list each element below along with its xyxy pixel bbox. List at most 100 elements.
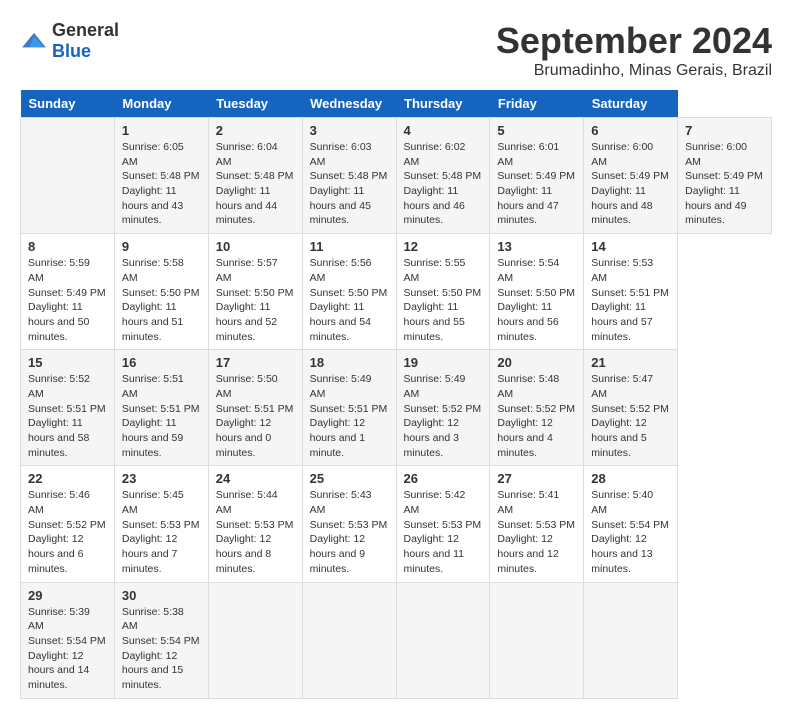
calendar-cell: 7 Sunrise: 6:00 AMSunset: 5:49 PMDaylight… [678, 118, 772, 234]
logo-text-general: General [52, 20, 119, 40]
calendar-cell [21, 118, 115, 234]
calendar-cell: 19 Sunrise: 5:49 AMSunset: 5:52 PMDayligh… [396, 350, 490, 466]
day-number: 3 [310, 123, 389, 138]
day-info: Sunrise: 5:43 AMSunset: 5:53 PMDaylight:… [310, 488, 389, 576]
calendar-cell: 8 Sunrise: 5:59 AMSunset: 5:49 PMDaylight… [21, 234, 115, 350]
calendar-cell [584, 582, 678, 698]
calendar-cell: 23Sunrise: 5:45 AMSunset: 5:53 PMDayligh… [114, 466, 208, 582]
calendar-cell: 24Sunrise: 5:44 AMSunset: 5:53 PMDayligh… [208, 466, 302, 582]
day-number: 22 [28, 471, 107, 486]
day-info: Sunrise: 5:52 AMSunset: 5:51 PMDaylight:… [28, 372, 107, 460]
logo-text-blue: Blue [52, 41, 91, 61]
day-number: 21 [591, 355, 670, 370]
day-number: 27 [497, 471, 576, 486]
day-number: 10 [216, 239, 295, 254]
calendar-header-row: SundayMondayTuesdayWednesdayThursdayFrid… [21, 90, 772, 118]
calendar-cell: 2 Sunrise: 6:04 AMSunset: 5:48 PMDaylight… [208, 118, 302, 234]
day-info: Sunrise: 5:49 AMSunset: 5:52 PMDaylight:… [404, 372, 483, 460]
calendar-cell: 10 Sunrise: 5:57 AMSunset: 5:50 PMDayligh… [208, 234, 302, 350]
day-number: 26 [404, 471, 483, 486]
day-info: Sunrise: 5:56 AMSunset: 5:50 PMDaylight:… [310, 256, 389, 344]
day-info: Sunrise: 5:41 AMSunset: 5:53 PMDaylight:… [497, 488, 576, 576]
calendar-cell: 28Sunrise: 5:40 AMSunset: 5:54 PMDayligh… [584, 466, 678, 582]
calendar-cell: 1 Sunrise: 6:05 AMSunset: 5:48 PMDaylight… [114, 118, 208, 234]
calendar-cell: 4Sunrise: 6:02 AMSunset: 5:48 PMDaylight… [396, 118, 490, 234]
day-info: Sunrise: 5:58 AMSunset: 5:50 PMDaylight:… [122, 256, 201, 344]
day-number: 23 [122, 471, 201, 486]
calendar-week-row: 15 Sunrise: 5:52 AMSunset: 5:51 PMDayligh… [21, 350, 772, 466]
calendar-cell: 13 Sunrise: 5:54 AMSunset: 5:50 PMDayligh… [490, 234, 584, 350]
header: General Blue September 2024 Brumadinho, … [20, 20, 772, 80]
calendar-cell: 3 Sunrise: 6:03 AMSunset: 5:48 PMDaylight… [302, 118, 396, 234]
day-number: 8 [28, 239, 107, 254]
day-info: Sunrise: 5:50 AMSunset: 5:51 PMDaylight:… [216, 372, 295, 460]
day-info: Sunrise: 5:59 AMSunset: 5:49 PMDaylight:… [28, 256, 107, 344]
day-number: 17 [216, 355, 295, 370]
header-monday: Monday [114, 90, 208, 118]
day-number: 12 [404, 239, 483, 254]
calendar-cell [302, 582, 396, 698]
calendar-cell: 5 Sunrise: 6:01 AMSunset: 5:49 PMDaylight… [490, 118, 584, 234]
calendar-cell: 22Sunrise: 5:46 AMSunset: 5:52 PMDayligh… [21, 466, 115, 582]
day-info: Sunrise: 6:04 AMSunset: 5:48 PMDaylight:… [216, 140, 295, 228]
day-info: Sunrise: 5:54 AMSunset: 5:50 PMDaylight:… [497, 256, 576, 344]
calendar-cell: 21 Sunrise: 5:47 AMSunset: 5:52 PMDayligh… [584, 350, 678, 466]
day-info: Sunrise: 5:47 AMSunset: 5:52 PMDaylight:… [591, 372, 670, 460]
day-number: 16 [122, 355, 201, 370]
header-saturday: Saturday [584, 90, 678, 118]
day-info: Sunrise: 5:48 AMSunset: 5:52 PMDaylight:… [497, 372, 576, 460]
day-number: 11 [310, 239, 389, 254]
day-info: Sunrise: 6:00 AMSunset: 5:49 PMDaylight:… [591, 140, 670, 228]
calendar-cell: 16 Sunrise: 5:51 AMSunset: 5:51 PMDayligh… [114, 350, 208, 466]
calendar-cell: 18Sunrise: 5:49 AMSunset: 5:51 PMDayligh… [302, 350, 396, 466]
calendar-week-row: 29Sunrise: 5:39 AMSunset: 5:54 PMDayligh… [21, 582, 772, 698]
day-number: 30 [122, 588, 201, 603]
day-info: Sunrise: 5:40 AMSunset: 5:54 PMDaylight:… [591, 488, 670, 576]
calendar-cell: 9 Sunrise: 5:58 AMSunset: 5:50 PMDaylight… [114, 234, 208, 350]
calendar-cell: 15 Sunrise: 5:52 AMSunset: 5:51 PMDayligh… [21, 350, 115, 466]
day-number: 13 [497, 239, 576, 254]
day-info: Sunrise: 5:51 AMSunset: 5:51 PMDaylight:… [122, 372, 201, 460]
calendar-cell [396, 582, 490, 698]
calendar-cell: 6 Sunrise: 6:00 AMSunset: 5:49 PMDaylight… [584, 118, 678, 234]
logo-icon [20, 31, 48, 51]
calendar-cell: 26 Sunrise: 5:42 AMSunset: 5:53 PMDayligh… [396, 466, 490, 582]
day-number: 2 [216, 123, 295, 138]
day-number: 19 [404, 355, 483, 370]
day-info: Sunrise: 6:02 AMSunset: 5:48 PMDaylight:… [404, 140, 483, 228]
day-number: 15 [28, 355, 107, 370]
day-info: Sunrise: 5:42 AMSunset: 5:53 PMDaylight:… [404, 488, 483, 576]
calendar-cell: 11 Sunrise: 5:56 AMSunset: 5:50 PMDayligh… [302, 234, 396, 350]
location: Brumadinho, Minas Gerais, Brazil [496, 62, 772, 80]
calendar-cell [490, 582, 584, 698]
calendar-cell: 29Sunrise: 5:39 AMSunset: 5:54 PMDayligh… [21, 582, 115, 698]
header-wednesday: Wednesday [302, 90, 396, 118]
calendar-table: SundayMondayTuesdayWednesdayThursdayFrid… [20, 90, 772, 699]
day-number: 25 [310, 471, 389, 486]
day-info: Sunrise: 5:39 AMSunset: 5:54 PMDaylight:… [28, 605, 107, 693]
logo: General Blue [20, 20, 119, 62]
calendar-cell: 14 Sunrise: 5:53 AMSunset: 5:51 PMDayligh… [584, 234, 678, 350]
day-number: 7 [685, 123, 764, 138]
day-info: Sunrise: 6:05 AMSunset: 5:48 PMDaylight:… [122, 140, 201, 228]
day-number: 1 [122, 123, 201, 138]
day-info: Sunrise: 6:03 AMSunset: 5:48 PMDaylight:… [310, 140, 389, 228]
day-number: 18 [310, 355, 389, 370]
day-info: Sunrise: 5:57 AMSunset: 5:50 PMDaylight:… [216, 256, 295, 344]
calendar-cell: 27 Sunrise: 5:41 AMSunset: 5:53 PMDayligh… [490, 466, 584, 582]
day-info: Sunrise: 5:44 AMSunset: 5:53 PMDaylight:… [216, 488, 295, 576]
header-tuesday: Tuesday [208, 90, 302, 118]
day-number: 5 [497, 123, 576, 138]
calendar-cell: 12Sunrise: 5:55 AMSunset: 5:50 PMDayligh… [396, 234, 490, 350]
calendar-cell: 30Sunrise: 5:38 AMSunset: 5:54 PMDayligh… [114, 582, 208, 698]
calendar-week-row: 1 Sunrise: 6:05 AMSunset: 5:48 PMDaylight… [21, 118, 772, 234]
day-info: Sunrise: 6:01 AMSunset: 5:49 PMDaylight:… [497, 140, 576, 228]
day-number: 9 [122, 239, 201, 254]
header-thursday: Thursday [396, 90, 490, 118]
calendar-cell: 20Sunrise: 5:48 AMSunset: 5:52 PMDayligh… [490, 350, 584, 466]
day-number: 6 [591, 123, 670, 138]
day-info: Sunrise: 5:53 AMSunset: 5:51 PMDaylight:… [591, 256, 670, 344]
title-block: September 2024 Brumadinho, Minas Gerais,… [496, 20, 772, 80]
day-number: 14 [591, 239, 670, 254]
day-info: Sunrise: 6:00 AMSunset: 5:49 PMDaylight:… [685, 140, 764, 228]
